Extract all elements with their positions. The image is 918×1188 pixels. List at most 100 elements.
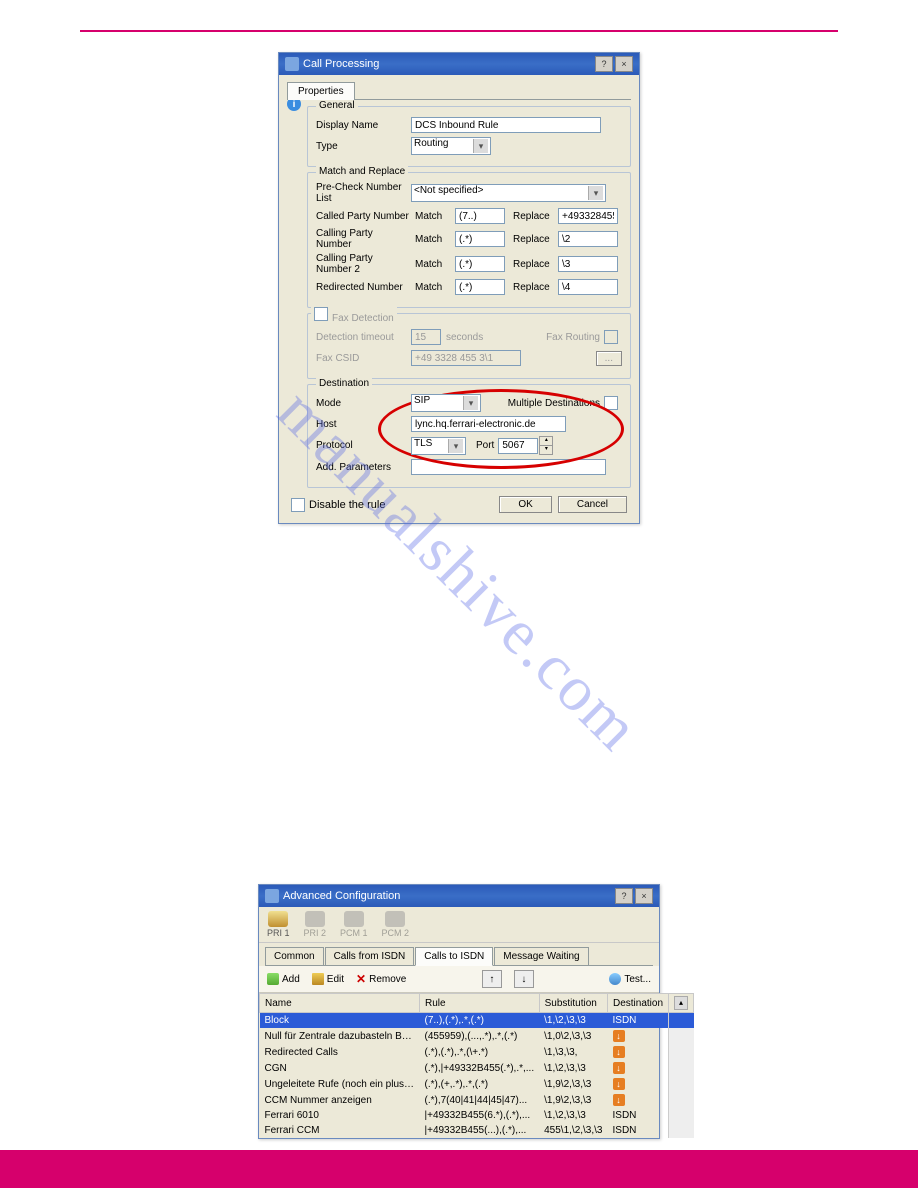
dialog-icon: [285, 57, 299, 71]
timeout-input: [411, 329, 441, 345]
addl-label: Add. Parameters: [316, 462, 411, 473]
table-row[interactable]: Block(7..),(.*),.*,(.*)\1,\2,\3,\3ISDN: [260, 1013, 694, 1029]
rules-table: NameRuleSubstitutionDestination▴ Block(7…: [259, 993, 694, 1138]
fax-more-button: ...: [596, 351, 622, 366]
faxrouting-checkbox: [604, 330, 618, 344]
tab-calls-from-isdn[interactable]: Calls from ISDN: [325, 947, 415, 965]
table-row[interactable]: Ferrari CCM|+49332B455(...),(.*),...455\…: [260, 1123, 694, 1138]
mode-select[interactable]: SIP: [411, 394, 481, 412]
csid-label: Fax CSID: [316, 353, 411, 364]
edit-icon: [312, 973, 324, 985]
port-pcm-1[interactable]: PCM 1: [340, 911, 368, 938]
protocol-label: Protocol: [316, 440, 411, 451]
down-arrow-icon: ↓: [613, 1078, 625, 1090]
addl-input[interactable]: [411, 459, 606, 475]
close-button[interactable]: ×: [635, 888, 653, 904]
match-label: Match: [415, 282, 455, 293]
match-label: Match: [415, 259, 455, 270]
help-button[interactable]: ?: [615, 888, 633, 904]
match-label: Match: [415, 234, 455, 245]
dialog-title: Call Processing: [303, 58, 379, 70]
protocol-select[interactable]: TLS: [411, 437, 466, 455]
type-label: Type: [316, 141, 411, 152]
multi-label: Multiple Destinations: [508, 398, 600, 409]
general-legend: General: [316, 100, 358, 111]
disable-checkbox[interactable]: [291, 498, 305, 512]
timeout-unit: seconds: [446, 332, 483, 343]
display-name-label: Display Name: [316, 120, 411, 131]
redir-match-input[interactable]: [455, 279, 505, 295]
down-arrow-icon: ↓: [613, 1046, 625, 1058]
help-button[interactable]: ?: [595, 56, 613, 72]
add-button[interactable]: Add: [267, 973, 300, 985]
call-processing-dialog: Call Processing ? × i Properties General…: [278, 52, 640, 524]
port-pri-2[interactable]: PRI 2: [304, 911, 327, 938]
remove-button[interactable]: ✕Remove: [356, 974, 406, 985]
close-button[interactable]: ×: [615, 56, 633, 72]
match-legend: Match and Replace: [316, 166, 408, 177]
port-pcm-2[interactable]: PCM 2: [382, 911, 410, 938]
tab-properties[interactable]: Properties: [287, 82, 355, 100]
tab-common[interactable]: Common: [265, 947, 324, 965]
edit-button[interactable]: Edit: [312, 973, 344, 985]
tab-message-waiting[interactable]: Message Waiting: [494, 947, 588, 965]
replace-label: Replace: [513, 234, 558, 245]
called-label: Called Party Number: [316, 211, 411, 222]
column-header[interactable]: Rule: [420, 994, 540, 1013]
table-row[interactable]: CCM Nummer anzeigen(.*),7(40|41|44|45|47…: [260, 1092, 694, 1108]
destination-fieldset: Destination Mode SIP Multiple Destinatio…: [307, 384, 631, 488]
table-row[interactable]: Ungeleitete Rufe (noch ein plus vorha...…: [260, 1076, 694, 1092]
fax-checkbox[interactable]: [314, 307, 328, 321]
remove-icon: ✕: [356, 974, 366, 984]
host-input[interactable]: [411, 416, 566, 432]
calling-match-input[interactable]: [455, 231, 505, 247]
calling-replace-input[interactable]: [558, 231, 618, 247]
port-input[interactable]: [498, 438, 538, 454]
mode-label: Mode: [316, 398, 411, 409]
calling-label: Calling Party Number: [316, 228, 411, 250]
dialog2-title: Advanced Configuration: [283, 890, 400, 902]
precheck-label: Pre-Check Number List: [316, 182, 411, 204]
port-label: Port: [476, 440, 494, 451]
port-pri-1[interactable]: PRI 1: [267, 911, 290, 938]
down-arrow-icon: ↓: [613, 1094, 625, 1106]
add-icon: [267, 973, 279, 985]
redir-replace-input[interactable]: [558, 279, 618, 295]
precheck-select[interactable]: <Not specified>: [411, 184, 606, 202]
called-replace-input[interactable]: [558, 208, 618, 224]
down-arrow-icon: ↓: [613, 1062, 625, 1074]
column-header[interactable]: Destination: [608, 994, 669, 1013]
match-fieldset: Match and Replace Pre-Check Number List …: [307, 172, 631, 308]
ok-button[interactable]: OK: [499, 496, 551, 513]
advanced-config-dialog: Advanced Configuration ? × PRI 1 PRI 2 PCM…: [258, 884, 660, 1139]
port-icon: [344, 911, 364, 927]
timeout-label: Detection timeout: [316, 332, 411, 343]
column-header[interactable]: Name: [260, 994, 420, 1013]
test-button[interactable]: Test...: [609, 973, 651, 985]
general-fieldset: General Display Name Type Routing: [307, 106, 631, 167]
called-match-input[interactable]: [455, 208, 505, 224]
calling2-match-input[interactable]: [455, 256, 505, 272]
disable-label: Disable the rule: [309, 499, 385, 511]
port-icon: [305, 911, 325, 927]
column-header[interactable]: Substitution: [539, 994, 607, 1013]
table-row[interactable]: Null für Zentrale dazubasteln Bart wars(…: [260, 1028, 694, 1044]
type-select[interactable]: Routing: [411, 137, 491, 155]
table-row[interactable]: Redirected Calls(.*),(.*),.*,(\+.*)\1,\3…: [260, 1044, 694, 1060]
display-name-input[interactable]: [411, 117, 601, 133]
table-row[interactable]: Ferrari 6010|+49332B455(6.*),(.*),...\1,…: [260, 1108, 694, 1123]
calling2-replace-input[interactable]: [558, 256, 618, 272]
move-up-button[interactable]: ↑: [482, 970, 502, 988]
page-footer: [0, 1150, 918, 1188]
faxrouting-label: Fax Routing: [546, 332, 600, 343]
table-row[interactable]: CGN(.*),|+49332B455(.*),.*,...\1,\2,\3,\…: [260, 1060, 694, 1076]
dialog2-icon: [265, 889, 279, 903]
move-down-button[interactable]: ↓: [514, 970, 534, 988]
port-icon: [268, 911, 288, 927]
cancel-button[interactable]: Cancel: [558, 496, 627, 513]
match-label: Match: [415, 211, 455, 222]
replace-label: Replace: [513, 259, 558, 270]
tab-calls-to-isdn[interactable]: Calls to ISDN: [415, 947, 493, 966]
down-arrow-icon: ↓: [613, 1030, 625, 1042]
multi-checkbox[interactable]: [604, 396, 618, 410]
